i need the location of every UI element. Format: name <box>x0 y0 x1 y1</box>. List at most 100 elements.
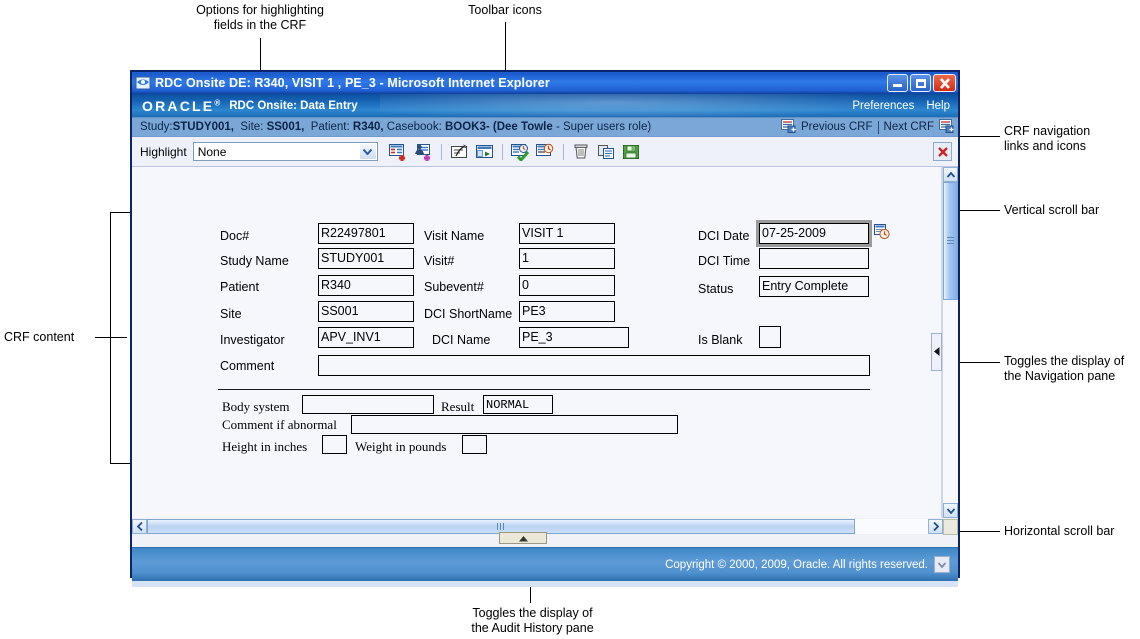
annotation-crf-content: CRF content <box>4 330 75 344</box>
site-value: SS001, <box>266 121 305 133</box>
vertical-scrollbar[interactable] <box>942 167 958 518</box>
footer-bar: Copyright © 2000, 2009, Oracle. All righ… <box>132 547 958 581</box>
footer-scroll-down-button[interactable] <box>934 556 950 573</box>
field-value-comment-if-abnormal[interactable] <box>351 415 678 434</box>
window-minimize-button[interactable] <box>887 74 908 92</box>
previous-crf-icon[interactable] <box>780 118 796 136</box>
highlight-label: Highlight <box>140 144 187 159</box>
site-label: Site: <box>240 121 264 133</box>
casebook-label: Casebook: <box>386 121 442 133</box>
annotation-toolbar-icons: Toolbar icons <box>468 3 542 17</box>
field-value-study-name[interactable]: STUDY001 <box>318 248 414 269</box>
next-crf-icon[interactable] <box>939 118 954 136</box>
copyright-text: Copyright © 2000, 2009, Oracle. All righ… <box>665 558 928 571</box>
field-value-dci-shortname[interactable]: PE3 <box>519 301 615 322</box>
annotation-crf-navigation: CRF navigation links and icons <box>1004 124 1091 153</box>
patient-label: Patient: <box>310 121 350 133</box>
context-summary: Study:STUDY001, Site: SS001, Patient: R3… <box>140 121 651 133</box>
field-value-site[interactable]: SS001 <box>318 301 414 322</box>
add-discrepancy-icon[interactable] <box>388 143 408 161</box>
field-value-visit-number[interactable]: 1 <box>519 248 615 269</box>
checkbox-is-blank[interactable] <box>759 326 781 348</box>
field-label-subevent-number: Subevent# <box>424 280 484 294</box>
field-label-dci-date: DCI Date <box>698 229 750 243</box>
field-label-patient: Patient <box>220 280 259 294</box>
field-value-subevent-number[interactable]: 0 <box>519 275 615 296</box>
next-crf-link[interactable]: Next CRF <box>884 121 934 133</box>
field-value-weight-in-pounds[interactable] <box>462 435 487 454</box>
leader-line-crfcontent <box>95 337 127 338</box>
field-label-status: Status <box>698 282 734 296</box>
role-text: - Super users role) <box>555 121 652 133</box>
close-crf-button[interactable] <box>933 142 952 161</box>
add-investigator-comment-icon[interactable] <box>414 143 433 161</box>
navigation-pane-toggle[interactable] <box>931 333 942 371</box>
field-value-status[interactable]: Entry Complete <box>759 276 869 297</box>
field-value-body-system[interactable] <box>302 395 434 414</box>
copy-crf-icon[interactable] <box>597 143 616 161</box>
field-label-visit-number: Visit# <box>424 254 455 268</box>
field-label-investigator: Investigator <box>220 333 285 347</box>
study-value: STUDY001, <box>172 121 234 133</box>
scroll-left-button[interactable] <box>132 519 147 534</box>
field-value-investigator[interactable]: APV_INV1 <box>318 327 414 348</box>
field-value-visit-name[interactable]: VISIT 1 <box>519 223 615 244</box>
crf-form-pane: Doc# R22497801 Study Name STUDY001 Patie… <box>132 167 942 518</box>
scroll-down-button[interactable] <box>943 503 958 518</box>
help-link[interactable]: Help <box>926 100 950 112</box>
crf-signature-icon[interactable] <box>450 143 469 161</box>
browser-window: RDC Onsite DE: R340, VISIT 1 , PE_3 - Mi… <box>130 70 960 587</box>
field-value-patient[interactable]: R340 <box>318 275 414 296</box>
chevron-down-icon[interactable] <box>359 144 376 159</box>
field-label-doc-number: Doc# <box>220 229 250 243</box>
previous-crf-link[interactable]: Previous CRF <box>801 121 873 133</box>
field-value-dci-time[interactable] <box>759 248 869 269</box>
window-close-button[interactable] <box>933 74 956 92</box>
delete-crf-icon[interactable] <box>572 143 591 161</box>
field-value-result[interactable]: NORMAL <box>483 395 553 414</box>
internet-explorer-icon <box>135 75 151 91</box>
application-name: RDC Onsite: Data Entry <box>229 99 358 112</box>
save-crf-icon[interactable] <box>622 143 641 161</box>
field-label-comment: Comment <box>220 359 275 373</box>
field-label-dci-shortname: DCI ShortName <box>424 307 513 321</box>
audit-history-pane-toggle[interactable] <box>499 532 547 544</box>
window-title: RDC Onsite DE: R340, VISIT 1 , PE_3 - Mi… <box>155 76 550 90</box>
field-label-body-system: Body system <box>222 399 290 414</box>
window-titlebar: RDC Onsite DE: R340, VISIT 1 , PE_3 - Mi… <box>132 72 958 94</box>
field-label-height-in-inches: Height in inches <box>222 439 308 454</box>
study-label: Study: <box>140 121 173 133</box>
field-value-doc-number[interactable]: R22497801 <box>318 223 414 244</box>
annotation-highlight-options: Options for highlighting fields in the C… <box>196 3 324 32</box>
highlight-select[interactable]: None <box>192 142 378 161</box>
scroll-right-button[interactable] <box>928 519 943 534</box>
field-value-comment[interactable] <box>318 355 870 376</box>
window-maximize-button[interactable] <box>910 74 931 92</box>
toolbar-divider <box>501 143 503 160</box>
vertical-scroll-thumb[interactable] <box>943 182 958 300</box>
field-label-comment-if-abnormal: Comment if abnormal <box>222 417 337 432</box>
context-bar: Study:STUDY001, Site: SS001, Patient: R3… <box>132 117 958 137</box>
window-statusbar <box>132 581 958 587</box>
annotation-horizontal-scrollbar: Horizontal scroll bar <box>1004 524 1115 538</box>
scroll-up-button[interactable] <box>943 167 958 182</box>
annotation-audit-toggle: Toggles the display of the Audit History… <box>471 606 594 635</box>
crf-details-icon[interactable] <box>475 143 494 161</box>
field-value-dci-date[interactable]: 07-25-2009 <box>756 220 872 247</box>
field-label-site: Site <box>220 307 242 321</box>
annotation-nav-toggle: Toggles the display of the Navigation pa… <box>1004 354 1125 383</box>
calendar-picker-icon[interactable] <box>874 223 890 245</box>
field-value-height-in-inches[interactable] <box>322 435 347 454</box>
field-label-visit-name: Visit Name <box>424 229 485 243</box>
field-label-study-name: Study Name <box>220 254 289 268</box>
audit-history-icon[interactable] <box>535 143 555 161</box>
patient-value: R340, <box>352 121 384 133</box>
audit-toggle-row <box>132 532 958 547</box>
field-value-dci-name[interactable]: PE_3 <box>519 327 629 348</box>
vertical-scroll-track[interactable] <box>943 182 958 503</box>
field-label-is-blank: Is Blank <box>698 333 743 347</box>
toolbar-divider <box>440 143 442 160</box>
scroll-grip <box>947 236 954 246</box>
verify-crf-icon[interactable] <box>510 143 530 162</box>
preferences-link[interactable]: Preferences <box>852 100 914 112</box>
